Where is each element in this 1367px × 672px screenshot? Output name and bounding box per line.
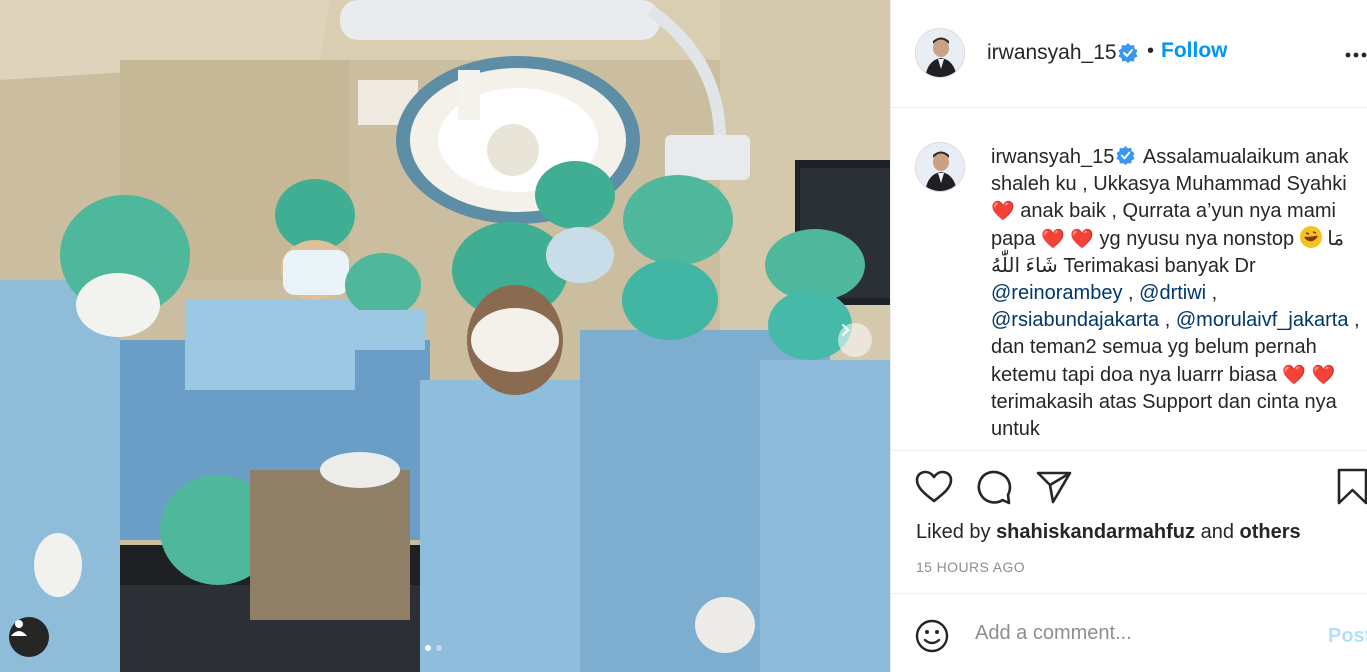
avatar[interactable] [915,142,965,192]
liked-by-user-link[interactable]: shahiskandarmahfuz [996,521,1195,543]
post-author-username[interactable]: irwansyah_15 [987,41,1117,65]
separator-dot: • [1147,40,1155,62]
chevron-right-icon [842,324,850,336]
more-options-icon[interactable] [1345,52,1367,58]
carousel-next-button[interactable] [838,323,872,357]
smiley-icon[interactable] [915,619,949,653]
carousel-dot [425,645,431,651]
caption-section: irwansyah_15 Assalamualaikum anak shaleh… [891,108,1367,450]
caption-segment: yg nyusu nya nonstop [1093,227,1300,250]
post-header: irwansyah_15 • Follow [891,0,1367,108]
heart-icon[interactable] [915,470,953,504]
heart-emoji: ❤️ [1041,228,1065,250]
caption-segment: Terimakasi banyak Dr [1057,254,1256,277]
profile-photo [916,143,964,191]
verified-badge-icon [1118,43,1138,63]
follow-button[interactable]: Follow [1161,39,1228,63]
post-timestamp[interactable]: 15 HOURS AGO [916,559,1025,575]
rolling-laughing-emoji-icon [1299,225,1322,248]
carousel-dot [436,645,442,651]
comment-input[interactable] [975,616,1305,650]
caption-segment: terimakasih atas Support dan cinta nya u… [991,390,1337,441]
caption-text: irwansyah_15 Assalamualaikum anak shaleh… [991,144,1361,443]
user-tag-icon [11,620,27,636]
heart-emoji: ❤️ [1311,364,1336,386]
comment-icon[interactable] [976,469,1012,505]
avatar[interactable] [915,28,965,78]
post-side-panel: irwansyah_15 • Follow irwansyah_15 Assal… [890,0,1367,672]
caption-separator: , [1122,282,1140,305]
mention-link[interactable]: @drtiwi [1139,282,1206,304]
mention-link[interactable]: @reinorambey [991,282,1122,304]
surgery-photo [0,0,890,672]
caption-separator: , [1159,309,1176,332]
caption-username[interactable]: irwansyah_15 [991,146,1114,168]
carousel-indicator [425,645,442,651]
profile-photo [916,29,964,77]
liked-by-and: and [1195,521,1240,543]
caption-separator: , [1206,282,1218,305]
post-comment-button[interactable]: Post [1328,625,1367,648]
paper-plane-icon[interactable] [1036,470,1072,504]
liked-by-text: Liked by shahiskandarmahfuz and others [916,521,1301,544]
heart-emoji: ❤️ [1070,228,1094,250]
verified-badge-icon [1116,146,1135,165]
post-image[interactable] [0,0,890,672]
liked-by-prefix: Liked by [916,521,997,543]
post-actions: Liked by shahiskandarmahfuz and others 1… [891,450,1367,593]
bookmark-icon[interactable] [1337,468,1367,505]
mention-link[interactable]: @morulaivf_jakarta [1176,309,1349,331]
comment-bar: Post [891,593,1367,672]
heart-emoji: ❤️ [991,201,1015,223]
tagged-users-button[interactable] [9,617,49,657]
liked-by-others-link[interactable]: others [1240,521,1301,543]
heart-emoji: ❤️ [1282,364,1306,386]
mention-link[interactable]: @rsiabundajakarta [991,309,1159,331]
